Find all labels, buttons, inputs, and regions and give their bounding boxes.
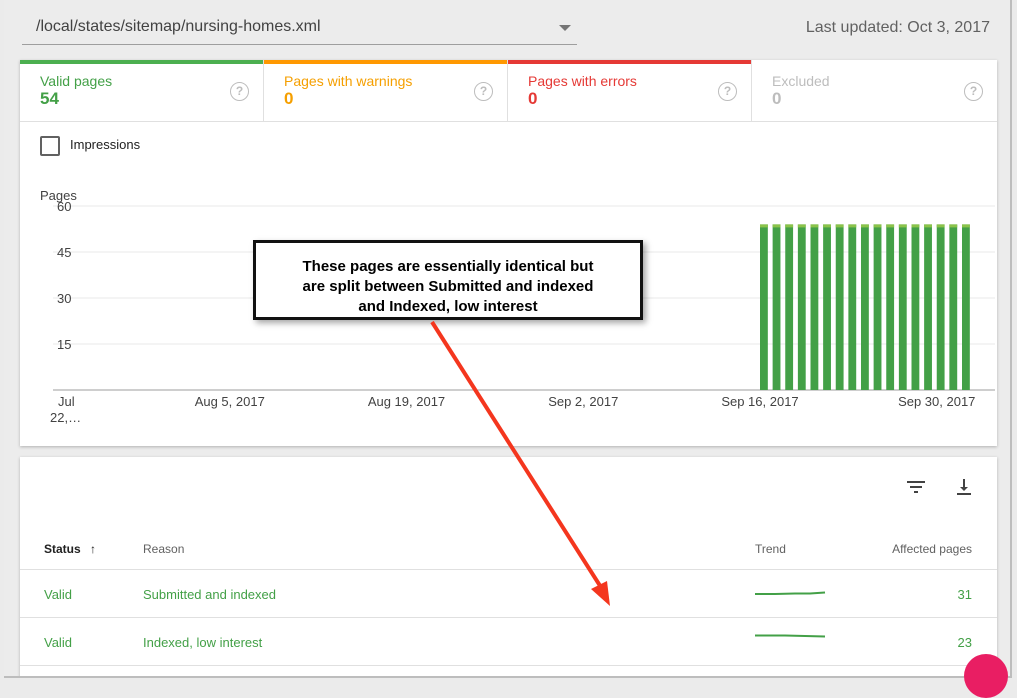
chart-bar	[772, 224, 781, 390]
y-tick-label: 60	[57, 199, 71, 214]
row-reason: Indexed, low interest	[143, 635, 263, 650]
chevron-down-icon	[559, 25, 571, 31]
chart-bar-cap	[898, 224, 907, 228]
tab-label: Valid pages	[40, 73, 113, 89]
tab-count: 0	[528, 89, 538, 108]
help-icon[interactable]: ?	[230, 82, 249, 101]
tab-errors-indicator	[508, 60, 751, 64]
row-status: Valid	[44, 635, 72, 650]
chart-bar-cap	[760, 224, 768, 228]
tab-count: 54	[40, 89, 59, 108]
tab-warnings[interactable]: Pages with warnings 0 ?	[264, 60, 508, 121]
table-row[interactable]: Valid Submitted and indexed 31	[20, 570, 997, 618]
tab-count: 0	[284, 89, 294, 108]
chart-bar-cap	[772, 224, 781, 228]
sitemap-path: /local/states/sitemap/nursing-homes.xml	[36, 18, 321, 35]
callout-line: These pages are essentially identical bu…	[302, 258, 594, 275]
trend-sparkline	[755, 634, 826, 638]
chart-bar	[810, 224, 819, 390]
chart-bar-cap	[861, 224, 869, 228]
tab-valid[interactable]: Valid pages 54 ?	[20, 60, 264, 121]
help-icon[interactable]: ?	[474, 82, 493, 101]
help-icon[interactable]: ?	[964, 82, 983, 101]
chart-bar	[924, 224, 932, 390]
arrow-up-icon: ↑	[90, 542, 97, 556]
chart-bar	[835, 224, 844, 390]
status-tabs: Valid pages 54 ? Pages with warnings 0 ?…	[20, 60, 997, 122]
x-tick-label: Sep 2, 2017	[548, 394, 618, 409]
feedback-button[interactable]	[964, 654, 1008, 698]
x-tick-label: Aug 19, 2017	[368, 394, 445, 409]
chart-bar	[936, 224, 945, 390]
tab-count: 0	[772, 89, 782, 108]
table-header: Status ↑ Reason Trend Affected pages	[20, 527, 997, 570]
tab-errors[interactable]: Pages with errors 0 ?	[508, 60, 752, 121]
chart-bar-cap	[797, 224, 806, 228]
chart-bar-cap	[873, 224, 882, 228]
annotation-callout: These pages are essentially identical bu…	[253, 240, 643, 320]
row-reason: Submitted and indexed	[143, 587, 276, 602]
y-tick-label: 45	[57, 245, 71, 260]
column-affected-pages: Affected pages	[892, 542, 972, 556]
tab-label: Excluded	[772, 73, 830, 89]
chart-bar-cap	[949, 224, 958, 228]
last-updated-text: Last updated: Oct 3, 2017	[805, 19, 990, 36]
report-frame: /local/states/sitemap/nursing-homes.xml …	[4, 0, 1012, 678]
table-row[interactable]: Valid Indexed, low interest 23	[20, 618, 997, 666]
x-tick-label: Sep 30, 2017	[898, 394, 975, 409]
x-tick-label: Aug 5, 2017	[195, 394, 265, 409]
tab-valid-indicator	[20, 60, 263, 64]
callout-line: are split between Submitted and indexed	[302, 278, 594, 295]
chart-bar-cap	[911, 224, 920, 228]
chart-bar-cap	[823, 224, 831, 228]
details-table-card: Status ↑ Reason Trend Affected pages Val…	[20, 457, 997, 676]
chart-bar	[861, 224, 869, 390]
chart-bar-cap	[936, 224, 945, 228]
tab-label: Pages with warnings	[284, 73, 413, 89]
column-status[interactable]: Status ↑	[44, 542, 96, 556]
chart-bar	[873, 224, 882, 390]
chart-bar	[962, 224, 970, 390]
chart-bar-cap	[924, 224, 932, 228]
impressions-label: Impressions	[70, 137, 141, 152]
row-affected-pages: 31	[957, 587, 972, 602]
column-reason: Reason	[143, 542, 185, 556]
chart-bar	[898, 224, 907, 390]
chart-bar-cap	[810, 224, 819, 228]
row-affected-pages: 23	[957, 635, 972, 650]
chart-bar-cap	[848, 224, 857, 228]
chart-bar-cap	[785, 224, 794, 228]
row-status: Valid	[44, 587, 72, 602]
chart-bar	[911, 224, 920, 390]
sitemap-dropdown[interactable]: /local/states/sitemap/nursing-homes.xml	[22, 8, 577, 45]
chart-bar	[760, 224, 768, 390]
chart-bar-cap	[962, 224, 970, 228]
chart-bar	[949, 224, 958, 390]
help-icon[interactable]: ?	[718, 82, 737, 101]
y-tick-label: 30	[57, 291, 71, 306]
x-tick-label: Sep 16, 2017	[721, 394, 798, 409]
tab-label: Pages with errors	[528, 73, 637, 89]
tab-excluded-indicator	[752, 60, 997, 64]
tab-warnings-indicator	[264, 60, 507, 64]
chart-bar	[848, 224, 857, 390]
trend-sparkline	[755, 591, 826, 595]
x-tick-label: Jul	[58, 394, 75, 409]
y-tick-label: 15	[57, 337, 71, 352]
tab-excluded[interactable]: Excluded 0 ?	[752, 60, 997, 121]
filter-icon[interactable]	[904, 475, 928, 499]
chart-bar	[823, 224, 831, 390]
column-status-label: Status	[44, 542, 81, 556]
x-tick-label: 22,…	[50, 410, 81, 425]
checkbox-icon	[40, 136, 60, 156]
download-icon[interactable]	[952, 475, 976, 499]
chart-bar	[797, 224, 806, 390]
callout-line: and Indexed, low interest	[358, 298, 538, 315]
chart-bar	[785, 224, 794, 390]
column-trend: Trend	[755, 542, 786, 556]
chart-bar	[886, 224, 895, 390]
chart-bar-cap	[835, 224, 844, 228]
chart-bar-cap	[886, 224, 895, 228]
